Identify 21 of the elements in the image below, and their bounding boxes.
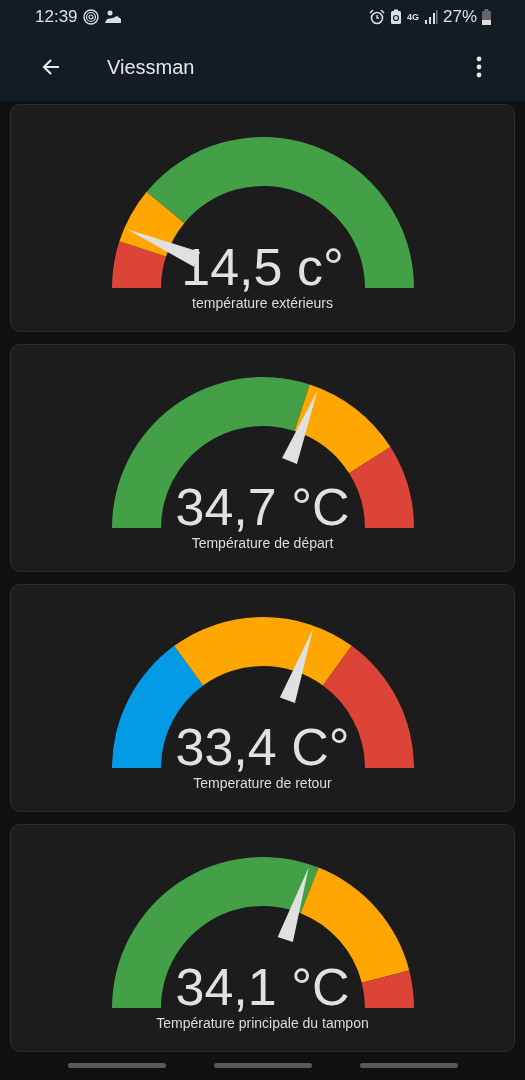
notification-icon <box>103 9 122 24</box>
fingerprint-icon <box>82 8 99 25</box>
status-time: 12:39 <box>35 6 78 27</box>
nav-bar-handle[interactable] <box>359 1062 458 1068</box>
gauge-label: température extérieurs <box>192 295 333 311</box>
gauge-label: Température principale du tampon <box>156 1015 369 1031</box>
battery-icon <box>482 8 491 25</box>
gauge-value: 34,1 °C <box>175 961 350 1013</box>
network-type: 4G <box>406 11 419 22</box>
battery-saver-icon <box>389 8 402 25</box>
gauge-value: 34,7 °C <box>175 481 350 533</box>
page-title: Viessman <box>107 55 196 79</box>
nav-bar-handle[interactable] <box>67 1062 166 1068</box>
signal-icon <box>423 9 438 24</box>
nav-bar-handle[interactable] <box>213 1062 312 1068</box>
gauge-value: 33,4 C° <box>175 721 350 773</box>
gauge-label: Température de départ <box>191 535 334 551</box>
battery-percent: 27% <box>442 6 477 27</box>
alarm-icon <box>368 8 385 25</box>
gauge-label: Temperature de retour <box>193 775 332 791</box>
more-options-icon[interactable] <box>475 55 483 79</box>
